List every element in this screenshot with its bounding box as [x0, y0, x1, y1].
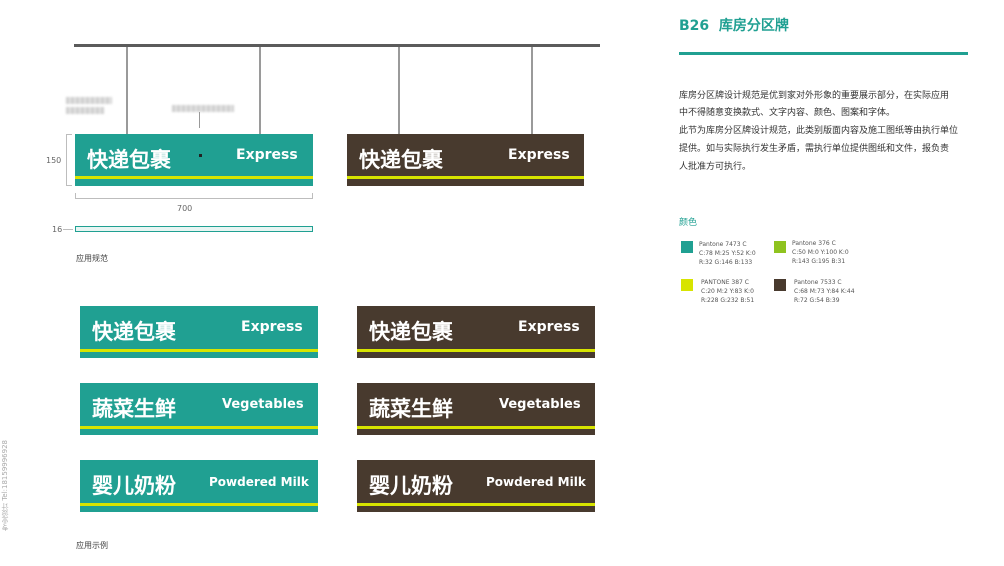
sign-stripe [75, 176, 313, 179]
sign-en-text: Express [518, 319, 580, 335]
dimension-line [75, 193, 76, 199]
swatch-name: PANTONE 387 C [701, 279, 749, 286]
hanging-wire [531, 47, 533, 134]
side-contact-text: 专业设计 Tel:18159996928 [1, 440, 9, 531]
swatch-name: Pantone 7473 C [699, 241, 747, 248]
blurred-annotation [172, 105, 234, 112]
sign-cn-text: 快递包裹 [369, 320, 453, 344]
sign-stripe [80, 349, 318, 352]
dimension-line [75, 198, 313, 199]
thickness-dimension: 16 [52, 225, 63, 234]
sign-stripe [357, 349, 595, 352]
swatch-cmyk: C:78 M:25 Y:52 K:0 [699, 250, 756, 257]
example-sign-milk-brown: 婴儿奶粉 Powdered Milk [357, 460, 595, 512]
color-swatch [774, 279, 786, 291]
color-swatch [774, 241, 786, 253]
spec-sign-brown: 快递包裹 Express [347, 134, 584, 186]
page-title: B26 库房分区牌 [679, 15, 789, 35]
hanging-wire [126, 47, 128, 134]
sign-cn-text: 婴儿奶粉 [369, 474, 453, 498]
width-dimension: 700 [177, 204, 193, 213]
title-rule [679, 52, 968, 55]
sign-en-text: Express [241, 319, 303, 335]
sign-cn-text: 蔬菜生鲜 [369, 397, 453, 421]
blurred-annotation [66, 107, 104, 114]
dimension-line [63, 229, 73, 230]
sign-stripe [357, 426, 595, 429]
spec-caption: 应用规范 [76, 254, 108, 263]
sign-stripe [80, 426, 318, 429]
sign-stripe [357, 503, 595, 506]
sign-en-text: Vegetables [222, 397, 304, 412]
swatch-cmyk: C:20 M:2 Y:83 K:0 [701, 288, 754, 295]
sign-stripe [80, 503, 318, 506]
marker-dot [199, 154, 202, 157]
blurred-annotation [66, 97, 112, 104]
dimension-line [66, 134, 67, 186]
dimension-line [66, 185, 72, 186]
colors-heading: 颜色 [679, 218, 698, 228]
sign-cn-text: 快递包裹 [359, 148, 443, 172]
example-sign-express-teal: 快递包裹 Express [80, 306, 318, 358]
description-line: 库房分区牌设计规范是优到家对外形象的重要展示部分，在实际应用 [679, 91, 950, 101]
description-line: 提供。如与实际执行发生矛盾，需执行单位提供图纸和文件，报负责 [679, 144, 950, 154]
sign-en-text: Express [508, 147, 570, 163]
description-line: 此节为库房分区牌设计规范，此类别版面内容及施工图纸等由执行单位 [679, 126, 959, 136]
dimension-line [66, 134, 72, 135]
swatch-name: Pantone 376 C [792, 240, 836, 247]
hanging-wire [259, 47, 261, 134]
dimension-line [312, 193, 313, 199]
page-code: B26 [679, 18, 710, 34]
spec-sign-teal: 快递包裹 Express [75, 134, 313, 186]
example-sign-milk-teal: 婴儿奶粉 Powdered Milk [80, 460, 318, 512]
annotation-leader [199, 112, 200, 128]
color-swatch [681, 241, 693, 253]
sign-stripe [347, 176, 584, 179]
sign-cn-text: 快递包裹 [92, 320, 176, 344]
swatch-name: Pantone 7533 C [794, 279, 842, 286]
example-sign-express-brown: 快递包裹 Express [357, 306, 595, 358]
examples-caption: 应用示例 [76, 541, 108, 550]
description-line: 中不得随意变换款式、文字内容、颜色、图案和字体。 [679, 108, 896, 118]
sign-cn-text: 快递包裹 [87, 148, 171, 172]
sign-en-text: Express [236, 147, 298, 163]
swatch-rgb: R:32 G:146 B:133 [699, 259, 753, 266]
height-dimension: 150 [46, 156, 62, 165]
swatch-cmyk: C:50 M:0 Y:100 K:0 [792, 249, 849, 256]
sign-en-text: Powdered Milk [486, 475, 586, 489]
ceiling-bar [74, 44, 600, 47]
thickness-profile [75, 226, 313, 232]
sign-cn-text: 婴儿奶粉 [92, 474, 176, 498]
swatch-cmyk: C:68 M:73 Y:84 K:44 [794, 288, 855, 295]
swatch-rgb: R:72 G:54 B:39 [794, 297, 840, 304]
description-line: 人批准方可执行。 [679, 162, 752, 172]
sign-cn-text: 蔬菜生鲜 [92, 397, 176, 421]
example-sign-vegetables-brown: 蔬菜生鲜 Vegetables [357, 383, 595, 435]
hanging-wire [398, 47, 400, 134]
sign-en-text: Vegetables [499, 397, 581, 412]
sign-en-text: Powdered Milk [209, 475, 309, 489]
color-swatch [681, 279, 693, 291]
example-sign-vegetables-teal: 蔬菜生鲜 Vegetables [80, 383, 318, 435]
page-title-text: 库房分区牌 [718, 18, 789, 34]
swatch-rgb: R:228 G:232 B:51 [701, 297, 755, 304]
swatch-rgb: R:143 G:195 B:31 [792, 258, 846, 265]
